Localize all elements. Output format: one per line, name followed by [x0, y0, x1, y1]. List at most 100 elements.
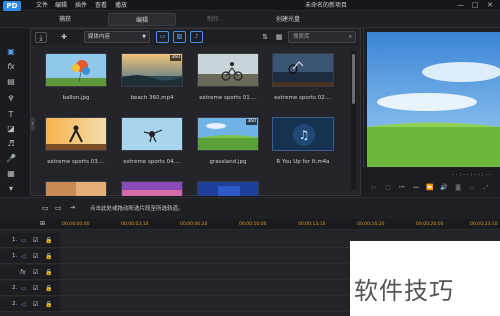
- fx-room-icon[interactable]: fx: [5, 61, 17, 73]
- media-label: extreme sports 03....: [47, 159, 105, 165]
- thumbnail-extreme-04[interactable]: [121, 117, 183, 151]
- audio-filter-icon[interactable]: ♪: [190, 31, 203, 43]
- thumbnail-partial[interactable]: [197, 181, 259, 196]
- close-button[interactable]: ✕: [487, 1, 493, 10]
- track-number: 1.: [12, 253, 18, 259]
- audio-track-icon: ◁: [21, 253, 26, 260]
- ruler-tick: 00;00;13;10: [298, 222, 326, 227]
- previous-frame-icon[interactable]: ⏮: [397, 183, 407, 193]
- extreme-sports-image: [46, 118, 106, 150]
- preview-image: [367, 32, 500, 167]
- ruler-tick: 00;00;23;10: [470, 222, 498, 227]
- lock-icon[interactable]: 🔒: [45, 265, 52, 280]
- ruler-tick: 00;00;00;00: [62, 222, 90, 227]
- tab-create-disc[interactable]: 创建光盘: [258, 13, 318, 26]
- filter-value: 媒体内容: [88, 34, 111, 40]
- app-logo: PD: [3, 1, 21, 11]
- audio-mixing-icon[interactable]: ♬: [5, 138, 17, 150]
- timeline-view-icon[interactable]: ▭: [42, 204, 49, 212]
- menu-view[interactable]: 查看: [95, 1, 107, 10]
- storyboard-view-icon[interactable]: ▭: [55, 204, 62, 212]
- fullscreen-icon[interactable]: ⤢: [481, 183, 491, 193]
- title-room-icon[interactable]: T: [5, 109, 17, 121]
- menu-plugins[interactable]: 插件: [75, 1, 87, 10]
- sort-icon[interactable]: ⇅: [260, 32, 270, 43]
- tab-capture[interactable]: 捕获: [40, 13, 90, 26]
- lock-icon[interactable]: 🔒: [45, 297, 52, 312]
- track-manager-icon[interactable]: ⊞: [40, 220, 45, 228]
- thumbnail-extreme-03[interactable]: [45, 117, 107, 151]
- plugins-icon[interactable]: ✚: [58, 32, 70, 43]
- next-frame-icon[interactable]: ⏭: [411, 183, 421, 193]
- maximize-button[interactable]: □: [472, 1, 479, 10]
- thumbnail-extreme-02[interactable]: [272, 53, 334, 87]
- ruler-tick: 00;00;10;00: [239, 222, 267, 227]
- particle-room-icon[interactable]: ♆: [5, 93, 17, 105]
- tab-edit[interactable]: 编辑: [108, 13, 176, 26]
- chapter-room-icon[interactable]: ▦: [5, 168, 17, 180]
- menu-file[interactable]: 文件: [36, 1, 48, 10]
- fit-icon[interactable]: ⇥: [70, 204, 75, 212]
- media-label: extreme sports 01....: [199, 95, 257, 101]
- media-label: extreme sports 04....: [123, 159, 181, 165]
- timecode-display: - - ; - - ; - - ; - -: [452, 172, 491, 178]
- menu-playback[interactable]: 播放: [115, 1, 127, 10]
- media-label: extreme sports 02....: [274, 95, 332, 101]
- music-note-icon: ♫: [273, 118, 333, 150]
- media-room-icon[interactable]: ▣: [5, 46, 17, 58]
- volume-icon[interactable]: 🔊: [439, 183, 449, 193]
- search-input[interactable]: 搜索库 ⌕: [288, 31, 356, 43]
- menu-edit[interactable]: 编辑: [55, 1, 67, 10]
- ruler-tick: 00;00;20;00: [416, 222, 444, 227]
- track-enable-checkbox[interactable]: ☑: [33, 249, 38, 264]
- media-image: [122, 182, 182, 196]
- image-filter-icon[interactable]: ▨: [173, 31, 186, 43]
- stop-icon[interactable]: □: [383, 183, 393, 193]
- thumbnail-partial[interactable]: [121, 181, 183, 196]
- tab-produce[interactable]: 制作: [188, 13, 238, 26]
- lock-icon[interactable]: 🔒: [45, 249, 52, 264]
- voice-over-icon[interactable]: 🎤: [5, 153, 17, 165]
- view-mode-icon[interactable]: ▦: [274, 32, 284, 43]
- track-enable-checkbox[interactable]: ☑: [33, 281, 38, 296]
- library-scroll-thumb[interactable]: [352, 54, 355, 104]
- more-rooms-icon[interactable]: ▾: [5, 183, 17, 195]
- media-filter-dropdown[interactable]: 媒体内容 ▼: [84, 31, 150, 43]
- minimize-button[interactable]: —: [457, 1, 464, 10]
- track-number: 1.: [12, 237, 18, 243]
- track-number: 2.: [12, 301, 18, 307]
- pip-room-icon[interactable]: ▤: [5, 76, 17, 88]
- fast-forward-icon[interactable]: ⏩: [425, 183, 435, 193]
- import-media-icon[interactable]: ⤓: [35, 32, 47, 43]
- preview-window[interactable]: [367, 32, 500, 167]
- extreme-sports-image: [122, 118, 182, 150]
- track-enable-checkbox[interactable]: ☑: [33, 265, 38, 280]
- thumbnail-audio[interactable]: ♫: [272, 117, 334, 151]
- thumbnail-beach-360[interactable]: 360: [121, 53, 183, 87]
- screen-icon[interactable]: ▭: [467, 183, 477, 193]
- track-enable-checkbox[interactable]: ☑: [33, 297, 38, 312]
- media-image: [46, 182, 106, 196]
- project-title: 未命名的新项目: [305, 2, 348, 9]
- media-image: [198, 182, 258, 196]
- thumbnail-extreme-01[interactable]: [197, 53, 259, 87]
- lock-icon[interactable]: 🔒: [45, 233, 52, 248]
- transition-room-icon[interactable]: ◪: [5, 123, 17, 135]
- media-label: beach 360.mp4: [130, 95, 174, 101]
- drop-hint: 点击此处或拖动所选片段至所选轨道。: [90, 206, 184, 212]
- badge-360: 360: [246, 119, 257, 125]
- thumbnail-balloon[interactable]: [45, 53, 107, 87]
- extreme-sports-image: [198, 54, 258, 86]
- svg-text:♫: ♫: [299, 128, 310, 142]
- thumbnail-grassland[interactable]: 360: [197, 117, 259, 151]
- search-icon: ⌕: [348, 34, 352, 40]
- video-filter-icon[interactable]: ▭: [156, 31, 169, 43]
- extreme-sports-image: [273, 54, 333, 86]
- play-icon[interactable]: ▷: [369, 183, 379, 193]
- collapse-panel-icon[interactable]: ›: [30, 118, 35, 130]
- thumbnail-partial[interactable]: [45, 181, 107, 196]
- lock-icon[interactable]: 🔒: [45, 281, 52, 296]
- snapshot-icon[interactable]: ◙: [453, 183, 463, 193]
- track-enable-checkbox[interactable]: ☑: [33, 233, 38, 248]
- balloon-image: [46, 54, 106, 86]
